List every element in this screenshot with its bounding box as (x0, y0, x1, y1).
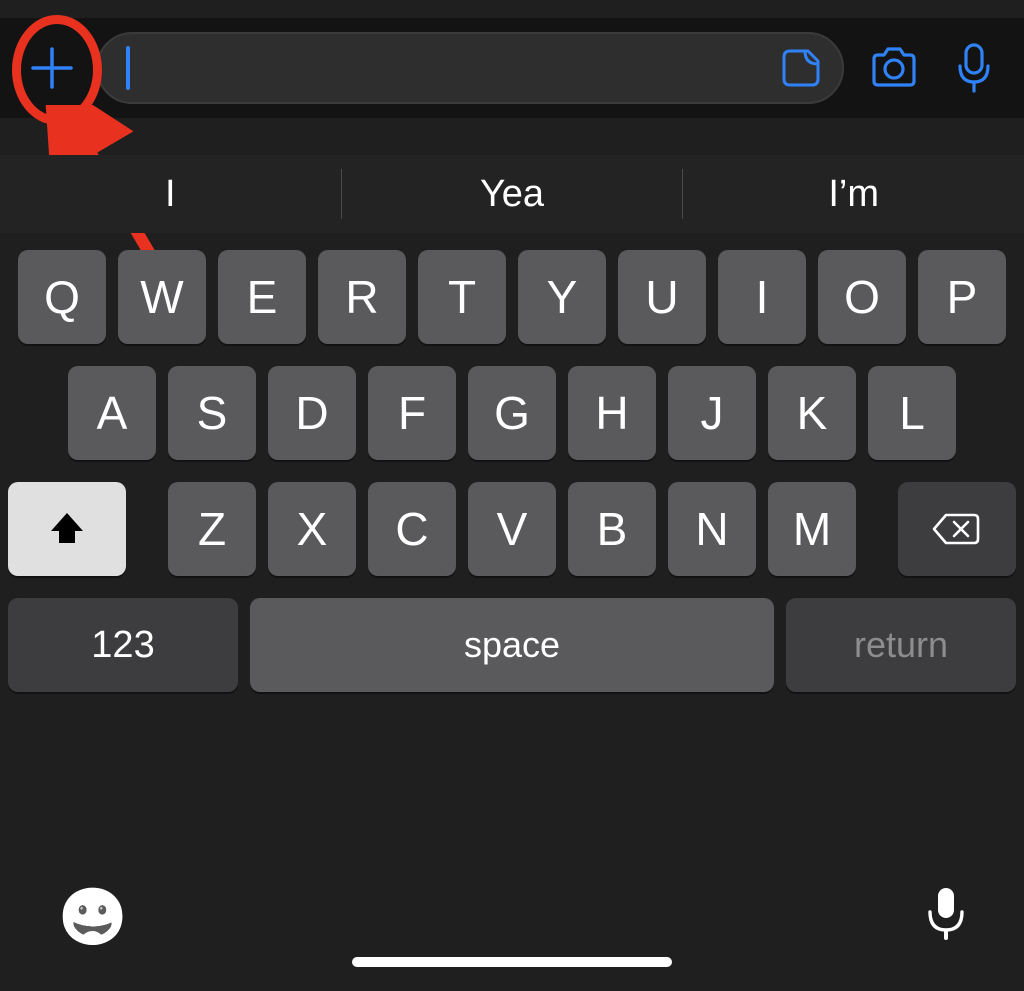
backspace-icon (932, 511, 982, 547)
key-m[interactable]: M (768, 482, 856, 576)
attach-plus-button[interactable] (20, 36, 84, 100)
keyboard-row-2: A S D F G H J K L (8, 366, 1016, 460)
shift-key[interactable] (8, 482, 126, 576)
return-key[interactable]: return (786, 598, 1016, 692)
keyboard-row-3: Z X C V B N M (8, 482, 1016, 576)
backspace-key[interactable] (898, 482, 1016, 576)
emoji-icon: 😀 (58, 885, 128, 948)
key-k[interactable]: K (768, 366, 856, 460)
key-u[interactable]: U (618, 250, 706, 344)
text-cursor (126, 46, 130, 90)
key-s[interactable]: S (168, 366, 256, 460)
key-a[interactable]: A (68, 366, 156, 460)
suggestion-2[interactable]: Yea (342, 173, 683, 216)
home-indicator[interactable] (352, 957, 672, 967)
space-key[interactable]: space (250, 598, 774, 692)
chat-input-bar (0, 18, 1024, 118)
suggestion-3[interactable]: I’m (683, 173, 1024, 216)
plus-icon (29, 45, 75, 91)
key-r[interactable]: R (318, 250, 406, 344)
voice-message-button[interactable] (944, 38, 1004, 98)
key-z[interactable]: Z (168, 482, 256, 576)
sticker-button[interactable] (780, 47, 822, 89)
keyboard-row-1: Q W E R T Y U I O P (8, 250, 1016, 344)
shift-icon (47, 509, 87, 549)
numeric-key[interactable]: 123 (8, 598, 238, 692)
key-h[interactable]: H (568, 366, 656, 460)
key-c[interactable]: C (368, 482, 456, 576)
key-j[interactable]: J (668, 366, 756, 460)
predictive-text-row: I Yea I’m (0, 155, 1024, 233)
key-d[interactable]: D (268, 366, 356, 460)
key-y[interactable]: Y (518, 250, 606, 344)
onscreen-keyboard: Q W E R T Y U I O P A S D F G H J K L Z … (0, 250, 1024, 991)
key-f[interactable]: F (368, 366, 456, 460)
sticker-icon (780, 47, 822, 89)
microphone-icon (926, 886, 966, 942)
key-e[interactable]: E (218, 250, 306, 344)
camera-icon (869, 46, 919, 90)
dictation-button[interactable] (926, 886, 966, 947)
key-t[interactable]: T (418, 250, 506, 344)
camera-button[interactable] (864, 38, 924, 98)
key-v[interactable]: V (468, 482, 556, 576)
key-g[interactable]: G (468, 366, 556, 460)
message-input[interactable] (96, 32, 844, 104)
key-b[interactable]: B (568, 482, 656, 576)
key-n[interactable]: N (668, 482, 756, 576)
key-l[interactable]: L (868, 366, 956, 460)
key-q[interactable]: Q (18, 250, 106, 344)
keyboard-bottom-bar: 😀 (0, 886, 1024, 947)
key-i[interactable]: I (718, 250, 806, 344)
key-w[interactable]: W (118, 250, 206, 344)
key-x[interactable]: X (268, 482, 356, 576)
emoji-keyboard-button[interactable]: 😀 (58, 889, 128, 945)
microphone-icon (956, 42, 992, 94)
key-o[interactable]: O (818, 250, 906, 344)
key-p[interactable]: P (918, 250, 1006, 344)
keyboard-row-bottom: 123 space return (8, 598, 1016, 692)
suggestion-1[interactable]: I (0, 173, 341, 216)
